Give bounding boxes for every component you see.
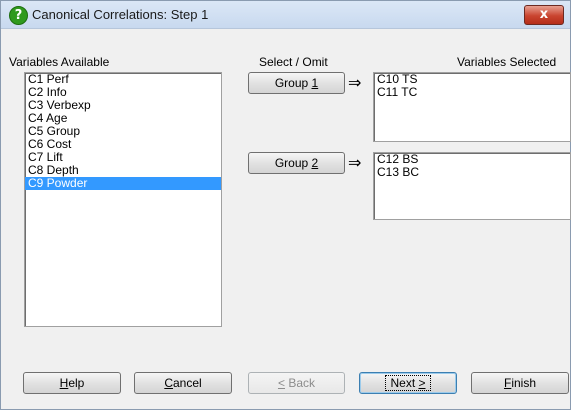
select-omit-label: Select / Omit: [259, 55, 328, 69]
cancel-button-key: C: [164, 376, 173, 390]
group-2-button[interactable]: Group 2: [248, 152, 345, 174]
finish-button-label: inish: [511, 376, 537, 390]
selected-variable-item[interactable]: C11 TC: [374, 86, 570, 99]
back-button[interactable]: < Back: [248, 372, 345, 394]
group-2-selected-list[interactable]: C12 BS C13 BC: [373, 152, 571, 220]
window-title: Canonical Correlations: Step 1: [32, 7, 209, 22]
group-2-button-label: Group: [274, 156, 312, 170]
group-1-button-key: 1: [311, 76, 319, 90]
help-button[interactable]: Help: [23, 372, 121, 394]
group-1-button-label: Group: [274, 76, 312, 90]
cancel-button[interactable]: Cancel: [134, 372, 232, 394]
finish-button[interactable]: Finish: [471, 372, 569, 394]
group-2-button-key: 2: [311, 156, 319, 170]
variables-available-list[interactable]: C1 Perf C2 Info C3 Verbexp C4 Age C5 Group C6…: [24, 72, 222, 327]
right-double-arrow-icon: ⇒: [348, 153, 362, 172]
title-bar[interactable]: ? Canonical Correlations: Step 1 x: [1, 1, 570, 29]
selected-variable-item[interactable]: C13 BC: [374, 166, 570, 179]
back-button-key: <: [277, 376, 285, 390]
group-1-selected-list[interactable]: C10 TS C11 TC: [373, 72, 571, 142]
right-double-arrow-icon: ⇒: [348, 73, 362, 92]
back-button-label: Back: [285, 376, 316, 390]
cancel-button-label: ancel: [172, 376, 202, 390]
next-button[interactable]: Next >: [359, 372, 457, 394]
variables-available-label: Variables Available: [9, 55, 110, 69]
next-button-key: >: [418, 376, 426, 390]
next-button-label: Next: [390, 376, 419, 390]
group-1-button[interactable]: Group 1: [248, 72, 345, 94]
dialog-window: ? Canonical Correlations: Step 1 x Varia…: [0, 0, 571, 410]
next-button-focus: Next >: [385, 375, 431, 391]
help-button-label: elp: [68, 376, 85, 390]
variables-selected-label: Variables Selected: [457, 55, 557, 69]
close-button[interactable]: x: [524, 5, 564, 25]
question-icon: ?: [9, 6, 28, 25]
available-variable-item[interactable]: C9 Powder: [25, 177, 221, 190]
